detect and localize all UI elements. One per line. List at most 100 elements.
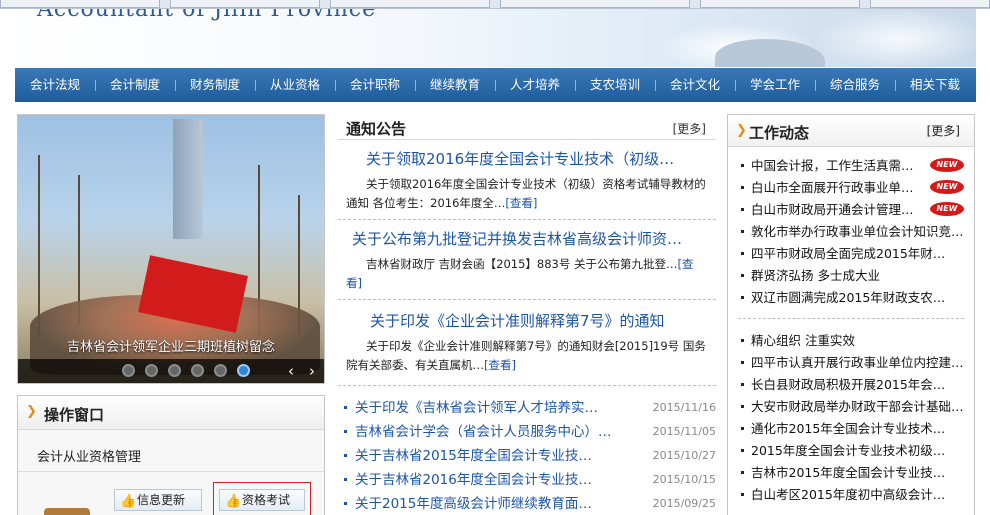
bullet-icon	[741, 449, 744, 452]
notice-title: 通知公告	[346, 120, 407, 138]
featured-notice-summary: 吉林省财政厅 吉财会函【2015】883号 关于公布第九批登…	[366, 257, 678, 271]
work-news-panel: ❯ 工作动态 [更多] 中国会计报，工作生活真需… NEW 白山市全面展开行政事…	[727, 114, 975, 515]
browser-tab[interactable]	[330, 0, 490, 8]
work-news-item-title[interactable]: 四平市财政局全面完成2015年财…	[751, 243, 945, 265]
work-news-item-title[interactable]: 白山市全面展开行政事业单…	[751, 177, 914, 199]
nav-item[interactable]: 继续教育	[415, 68, 495, 102]
notice-list-item: 关于印发《吉林省会计领军人才培养实… 2015/11/16	[338, 396, 716, 420]
carousel-prev-icon[interactable]: ‹	[288, 362, 294, 380]
nav-item[interactable]: 支农培训	[575, 68, 655, 102]
notice-item-title[interactable]: 关于吉林省2016年度全国会计专业技…	[355, 468, 592, 492]
qualification-exam-button[interactable]: 👍 资格考试	[219, 489, 305, 511]
browser-tab[interactable]	[870, 0, 990, 8]
bullet-icon	[741, 274, 744, 277]
bullet-icon	[344, 478, 347, 481]
work-news-list: 精心组织 注重实效 四平市认真开展行政事业单位内控建… 长白县财政局积极开展20…	[738, 330, 974, 506]
carousel-dot[interactable]	[168, 364, 181, 377]
featured-notice-summary: 关于印发《企业会计准则解释第7号》的通知财会[2015]19号 国务院有关部委、…	[346, 339, 706, 372]
nav-item[interactable]: 会计法规	[15, 68, 95, 102]
nav-item[interactable]: 人才培养	[495, 68, 575, 102]
work-news-item-title[interactable]: 群贤济弘扬 多士成大业	[751, 265, 880, 287]
carousel-dot[interactable]	[191, 364, 204, 377]
work-news-more-link[interactable]: [更多]	[927, 122, 960, 139]
work-news-item: 双辽市圆满完成2015年财政支农…	[738, 287, 974, 309]
featured-notice-desc: 吉林省财政厅 吉财会函【2015】883号 关于公布第九批登…[查看]	[338, 249, 716, 293]
work-news-item-title[interactable]: 白山考区2015年度初中高级会计…	[751, 484, 945, 506]
nav-item[interactable]: 综合服务	[815, 68, 895, 102]
work-news-item-title[interactable]: 2015年度全国会计专业技术初级…	[751, 440, 945, 462]
notice-item-date: 2015/10/15	[652, 473, 716, 486]
carousel-dot[interactable]	[145, 364, 158, 377]
work-news-item-title[interactable]: 精心组织 注重实效	[751, 330, 855, 352]
featured-notice: 关于领取2016年度全国会计专业技术（初级… 关于领取2016年度全国会计专业技…	[338, 148, 716, 220]
work-news-item: 四平市认真开展行政事业单位内控建…	[738, 352, 974, 374]
work-news-item-title[interactable]: 四平市认真开展行政事业单位内控建…	[751, 352, 964, 374]
notice-list: 关于印发《吉林省会计领军人才培养实… 2015/11/16 吉林省会计学会（省会…	[338, 396, 716, 515]
featured-notice-title[interactable]: 关于领取2016年度全国会计专业技术（初级…	[338, 148, 716, 169]
notice-item-title[interactable]: 关于2015年度高级会计师继续教育面…	[355, 492, 592, 515]
work-news-item-title[interactable]: 中国会计报，工作生活真需…	[751, 155, 914, 177]
notice-item-date: 2015/10/27	[652, 449, 716, 462]
browser-tab[interactable]	[170, 0, 320, 8]
new-badge-icon: NEW	[930, 180, 964, 194]
nav-item[interactable]: 会计职称	[335, 68, 415, 102]
info-update-label: 信息更新	[137, 493, 186, 507]
work-news-item-title[interactable]: 通化市2015年全国会计专业技术…	[751, 418, 945, 440]
carousel-dot-active[interactable]	[237, 364, 250, 377]
work-news-item: 白山市财政局开通会计管理… NEW	[738, 199, 974, 221]
browser-tab[interactable]	[500, 0, 690, 8]
folder-icon	[44, 508, 90, 515]
bullet-icon	[741, 493, 744, 496]
work-news-item-title[interactable]: 吉林市2015年度全国会计专业技…	[751, 462, 945, 484]
nav-item[interactable]: 会计制度	[95, 68, 175, 102]
nav-item[interactable]: 学会工作	[735, 68, 815, 102]
carousel-photo-tree	[38, 155, 40, 335]
work-news-item-title[interactable]: 敦化市举办行政事业单位会计知识竞…	[751, 221, 964, 243]
photo-carousel[interactable]: 吉林省会计领军企业三期班植树留念 ‹ ›	[17, 114, 325, 384]
bullet-icon	[741, 383, 744, 386]
nav-item[interactable]: 相关下载	[895, 68, 975, 102]
carousel-next-icon[interactable]: ›	[309, 362, 315, 380]
featured-notice: 关于印发《企业会计准则解释第7号》的通知 关于印发《企业会计准则解释第7号》的通…	[338, 310, 716, 386]
carousel-dot[interactable]	[122, 364, 135, 377]
work-news-item-title[interactable]: 大安市财政局举办财政干部会计基础…	[751, 396, 964, 418]
notice-item-title[interactable]: 关于吉林省2015年度全国会计专业技…	[355, 444, 592, 468]
featured-notice-title[interactable]: 关于印发《企业会计准则解释第7号》的通知	[338, 310, 716, 331]
nav-item[interactable]: 会计文化	[655, 68, 735, 102]
notice-more-link[interactable]: [更多]	[673, 120, 706, 137]
notice-item-title[interactable]: 关于印发《吉林省会计领军人才培养实…	[355, 396, 598, 420]
nav-item[interactable]: 财务制度	[175, 68, 255, 102]
featured-notice: 关于公布第九批登记并换发吉林省高级会计师资… 吉林省财政厅 吉财会函【2015】…	[338, 228, 716, 300]
divider	[738, 318, 964, 319]
bullet-icon	[344, 454, 347, 457]
view-link[interactable]: [查看]	[505, 196, 537, 210]
bullet-icon	[741, 230, 744, 233]
banner-decoration	[815, 9, 976, 67]
carousel-dot[interactable]	[214, 364, 227, 377]
qualification-exam-label: 资格考试	[242, 493, 291, 507]
work-news-item: 长白县财政局积极开展2015年会…	[738, 374, 974, 396]
bullet-icon	[741, 405, 744, 408]
work-news-item-title[interactable]: 长白县财政局积极开展2015年会…	[751, 374, 945, 396]
featured-notice-title[interactable]: 关于公布第九批登记并换发吉林省高级会计师资…	[338, 228, 716, 249]
notice-list-item: 吉林省会计学会（省会计人员服务中心）… 2015/11/05	[338, 420, 716, 444]
nav-item[interactable]: 从业资格	[255, 68, 335, 102]
work-news-header: ❯ 工作动态 [更多]	[728, 115, 974, 147]
notice-item-title[interactable]: 吉林省会计学会（省会计人员服务中心）…	[355, 420, 612, 444]
carousel-pagination	[122, 364, 250, 377]
notice-item-date: 2015/11/16	[652, 401, 716, 414]
work-news-item-title[interactable]: 双辽市圆满完成2015年财政支农…	[751, 287, 945, 309]
page: Accountant of Jilin Province 会计法规 会计制度 财…	[0, 0, 990, 515]
browser-tab[interactable]	[700, 0, 860, 8]
bullet-icon	[344, 430, 347, 433]
carousel-caption: 吉林省会计领军企业三期班植树留念	[66, 340, 275, 355]
work-news-item-title[interactable]: 白山市财政局开通会计管理…	[751, 199, 914, 221]
thumbs-up-icon: 👍	[225, 494, 242, 509]
info-update-button[interactable]: 👍 信息更新	[114, 489, 202, 511]
work-news-item: 大安市财政局举办财政干部会计基础…	[738, 396, 974, 418]
featured-notice-desc: 关于领取2016年度全国会计专业技术（初级）资格考试辅导教材的通知 各位考生：2…	[338, 169, 716, 213]
view-link[interactable]: [查看]	[484, 358, 516, 372]
carousel-controls: ‹ ›	[18, 359, 324, 383]
work-news-item: 2015年度全国会计专业技术初级…	[738, 440, 974, 462]
browser-tab[interactable]	[0, 0, 160, 8]
